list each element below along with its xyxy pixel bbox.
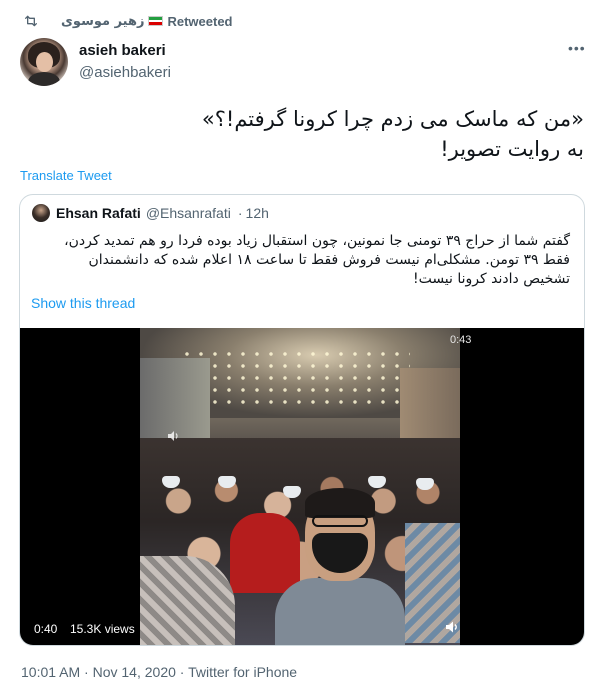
avatar[interactable] [20,38,68,86]
separator-dot: · [237,205,243,221]
retweeter-name[interactable]: زهیر موسوی [61,14,144,29]
quoted-timestamp[interactable]: 12h [246,205,269,221]
author-handle[interactable]: @asiehbakeri [79,63,171,83]
author-display-name[interactable]: asieh bakeri [79,41,171,61]
tweet-text-line: «من که ماسک می زدم چرا کرونا گرفتم!؟» [201,107,584,131]
video-player[interactable]: 0:43 0:40 15.3K views [20,328,584,645]
iran-flag-icon [148,16,164,26]
video-duration: 0:43 [450,334,472,346]
video-view-count: 15.3K views [70,622,135,636]
tweet-date[interactable]: Nov 14, 2020 [93,664,176,680]
mute-toggle-icon[interactable] [444,619,460,635]
quoted-tweet-text: گفتم شما از حراج ۳۹ تومنی جا نمونین، چون… [64,233,570,287]
tweet-time[interactable]: 10:01 AM [21,664,80,680]
retweet-icon [25,15,37,27]
separator-dot: · [80,664,93,680]
more-options-icon[interactable]: ••• [568,40,586,56]
tweet-author[interactable]: asieh bakeri @asiehbakeri [20,38,171,86]
tweet-text-line: به روایت تصویر! [440,137,584,161]
speaker-icon [168,431,178,441]
quoted-handle[interactable]: @Ehsanrafati [146,205,231,221]
video-frame[interactable] [140,328,460,645]
separator-dot: · [175,664,189,680]
quoted-avatar[interactable] [32,204,50,222]
translate-tweet-link[interactable]: Translate Tweet [20,168,112,183]
video-elapsed-time: 0:40 [34,622,58,636]
tweet-meta: 10:01 AM · Nov 14, 2020 · Twitter for iP… [21,664,297,680]
quoted-tweet-header: Ehsan Rafati @Ehsanrafati · 12h [32,204,269,222]
retweeted-label: Retweeted [167,13,233,29]
quoted-tweet[interactable]: Ehsan Rafati @Ehsanrafati · 12h گفتم شما… [19,194,585,646]
quoted-display-name[interactable]: Ehsan Rafati [56,205,141,221]
tweet-text: «من که ماسک می زدم چرا کرونا گرفتم!؟» به… [44,104,584,164]
retweet-context: زهیر موسوی Retweeted [23,10,233,32]
tweet-source[interactable]: Twitter for iPhone [188,664,297,680]
show-thread-link[interactable]: Show this thread [31,295,135,311]
